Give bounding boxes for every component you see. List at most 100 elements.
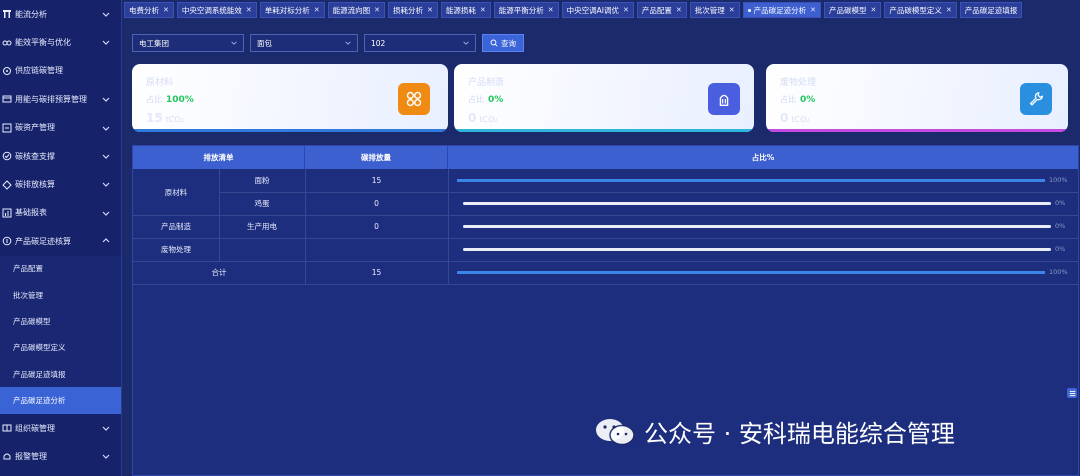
sidebar-item-asset[interactable]: 碳资产管理 xyxy=(0,114,121,142)
close-icon[interactable]: ✕ xyxy=(870,6,876,14)
close-icon[interactable]: ✕ xyxy=(163,6,169,14)
close-icon[interactable]: ✕ xyxy=(810,6,816,14)
card-emission: 15 tCO₂ xyxy=(146,111,184,125)
tab-energy-balance[interactable]: 能源平衡分析 ✕ xyxy=(493,2,559,18)
tab-label: 产品碳模型定义 xyxy=(889,5,942,15)
filter-bar: 电工集团 面包 102 查询 xyxy=(132,34,524,52)
supply-chain-icon xyxy=(2,66,12,76)
batch-select[interactable]: 102 xyxy=(364,34,476,52)
row-group-label: 废物处理 xyxy=(161,245,191,254)
product-select-value: 面包 xyxy=(257,38,272,48)
chevron-down-icon xyxy=(102,211,110,216)
sidebar-item-budget[interactable]: 用能与碳排预算管理 xyxy=(0,85,121,113)
sidebar-item-label: 基础报表 xyxy=(15,208,47,218)
tab-bar: 电费分析 ✕ 中央空调系统能效 ✕ 单耗对标分析 ✕ 能源流向图 ✕ 损耗分析 ✕ 能源损… xyxy=(122,0,1080,20)
sidebar-item-flow[interactable]: 能流分析 xyxy=(0,0,121,28)
side-menu-icon[interactable] xyxy=(1067,388,1077,398)
card-title: 废物处理 xyxy=(780,78,817,88)
watermark: 公众号 · 安科瑞电能综合管理 xyxy=(594,414,955,449)
company-select-value: 电工集团 xyxy=(139,38,169,48)
row-amount xyxy=(305,238,448,261)
flow-icon xyxy=(2,9,12,19)
verify-icon xyxy=(2,151,12,161)
sidebar-item-balance[interactable]: 能效平衡与优化 xyxy=(0,28,121,56)
close-icon[interactable]: ✕ xyxy=(246,6,252,14)
company-select[interactable]: 电工集团 xyxy=(132,34,244,52)
chevron-down-icon xyxy=(345,41,351,45)
ratio-label: 0% xyxy=(1055,199,1066,207)
sidebar-subitem-product-config[interactable]: 产品配置 xyxy=(0,255,121,282)
sidebar: 能流分析 能效平衡与优化 供应链碳管理 用能与碳排预算管理 碳资产管理 碳核查支… xyxy=(0,0,122,476)
tab-product-config[interactable]: 产品配置 ✕ xyxy=(636,2,687,18)
close-icon[interactable]: ✕ xyxy=(374,6,380,14)
tab-carbon-model[interactable]: 产品碳模型 ✕ xyxy=(823,2,882,18)
chevron-down-icon xyxy=(102,426,110,431)
tab-loss-analysis[interactable]: 损耗分析 ✕ xyxy=(388,2,438,18)
tab-label: 批次管理 xyxy=(694,5,725,15)
subitem-label: 产品碳模型定义 xyxy=(13,343,66,353)
tab-model-definition[interactable]: 产品碳模型定义 ✕ xyxy=(884,2,957,18)
tab-label: 中央空调AI调优 xyxy=(566,5,619,15)
close-icon[interactable]: ✕ xyxy=(729,6,735,14)
card-accent-bar xyxy=(454,129,754,132)
card-emission-value: 0 xyxy=(780,111,789,125)
card-ratio-label: 占比 xyxy=(146,95,162,104)
sidebar-subitem-model-definition[interactable]: 产品碳模型定义 xyxy=(0,334,121,362)
close-icon[interactable]: ✕ xyxy=(548,6,554,14)
tab-energy-flow[interactable]: 能源流向图 ✕ xyxy=(327,2,385,18)
product-select[interactable]: 面包 xyxy=(250,34,358,52)
tab-unit-benchmark[interactable]: 单耗对标分析 ✕ xyxy=(259,2,325,18)
sidebar-item-accounting[interactable]: 碳排放核算 xyxy=(0,170,121,198)
query-button[interactable]: 查询 xyxy=(482,34,524,52)
wechat-icon xyxy=(596,418,635,445)
chevron-up-icon xyxy=(102,238,110,243)
card-ratio: 占比 0% xyxy=(468,94,503,105)
row-item-label: 鸡蛋 xyxy=(254,199,270,208)
sidebar-item-org[interactable]: 组织碳管理 xyxy=(0,414,121,442)
query-button-label: 查询 xyxy=(501,38,516,48)
card-accent-bar xyxy=(132,129,448,132)
tab-hvac-efficiency[interactable]: 中央空调系统能效 ✕ xyxy=(176,2,257,18)
tab-label: 能源平衡分析 xyxy=(498,5,544,15)
sidebar-item-label: 能效平衡与优化 xyxy=(15,38,71,48)
sidebar-subitem-footprint-fill[interactable]: 产品碳足迹填报 xyxy=(0,361,121,388)
card-accent-bar xyxy=(766,129,1068,132)
tab-footprint-analysis[interactable]: 产品碳足迹分析 ✕ xyxy=(742,2,821,18)
tab-label: 产品配置 xyxy=(641,5,672,15)
chevron-down-icon xyxy=(102,154,110,159)
sidebar-item-supply-chain[interactable]: 供应链碳管理 xyxy=(0,57,121,85)
sidebar-subitem-carbon-model[interactable]: 产品碳模型 xyxy=(0,308,121,335)
card-title: 原材料 xyxy=(146,78,174,88)
card-ratio-label: 占比 xyxy=(468,95,484,104)
sidebar-item-report[interactable]: 基础报表 xyxy=(0,199,121,227)
close-icon[interactable]: ✕ xyxy=(314,6,320,14)
tab-batch-management[interactable]: 批次管理 ✕ xyxy=(689,2,740,18)
row-divider xyxy=(133,238,1078,239)
grid-icon xyxy=(398,83,430,115)
close-icon[interactable]: ✕ xyxy=(480,6,486,14)
close-icon[interactable]: ✕ xyxy=(427,6,433,14)
sidebar-item-verify[interactable]: 碳核查支撑 xyxy=(0,142,121,170)
subitem-label: 产品碳模型 xyxy=(13,316,51,326)
total-label: 合计 xyxy=(211,268,227,277)
chevron-down-icon xyxy=(102,40,110,46)
tab-electricity-analysis[interactable]: 电费分析 ✕ xyxy=(124,2,174,18)
sidebar-subitem-footprint-analysis[interactable]: 产品碳足迹分析 xyxy=(0,387,121,414)
ratio-progress-fill xyxy=(457,271,1045,274)
tab-hvac-ai-tuning[interactable]: 中央空调AI调优 ✕ xyxy=(561,2,634,18)
tab-footprint-fill[interactable]: 产品碳足迹填报 xyxy=(959,2,1023,18)
sidebar-item-alarm[interactable]: 报警管理 xyxy=(0,442,121,470)
row-item-label: 生产用电 xyxy=(247,222,277,231)
alarm-icon xyxy=(2,451,12,461)
tab-energy-loss[interactable]: 能源损耗 ✕ xyxy=(440,2,491,18)
batch-select-value: 102 xyxy=(371,38,386,48)
close-icon[interactable]: ✕ xyxy=(946,6,952,14)
card-ratio-value: 0% xyxy=(800,95,816,105)
sidebar-item-footprint[interactable]: 产品碳足迹核算 xyxy=(0,227,121,255)
sidebar-subitem-batch[interactable]: 批次管理 xyxy=(0,281,121,309)
close-icon[interactable]: ✕ xyxy=(676,6,682,14)
column-header-amount: 碳排放量 xyxy=(305,146,448,169)
tab-label: 电费分析 xyxy=(129,5,159,15)
close-icon[interactable]: ✕ xyxy=(623,6,629,14)
chevron-down-icon xyxy=(463,41,469,45)
